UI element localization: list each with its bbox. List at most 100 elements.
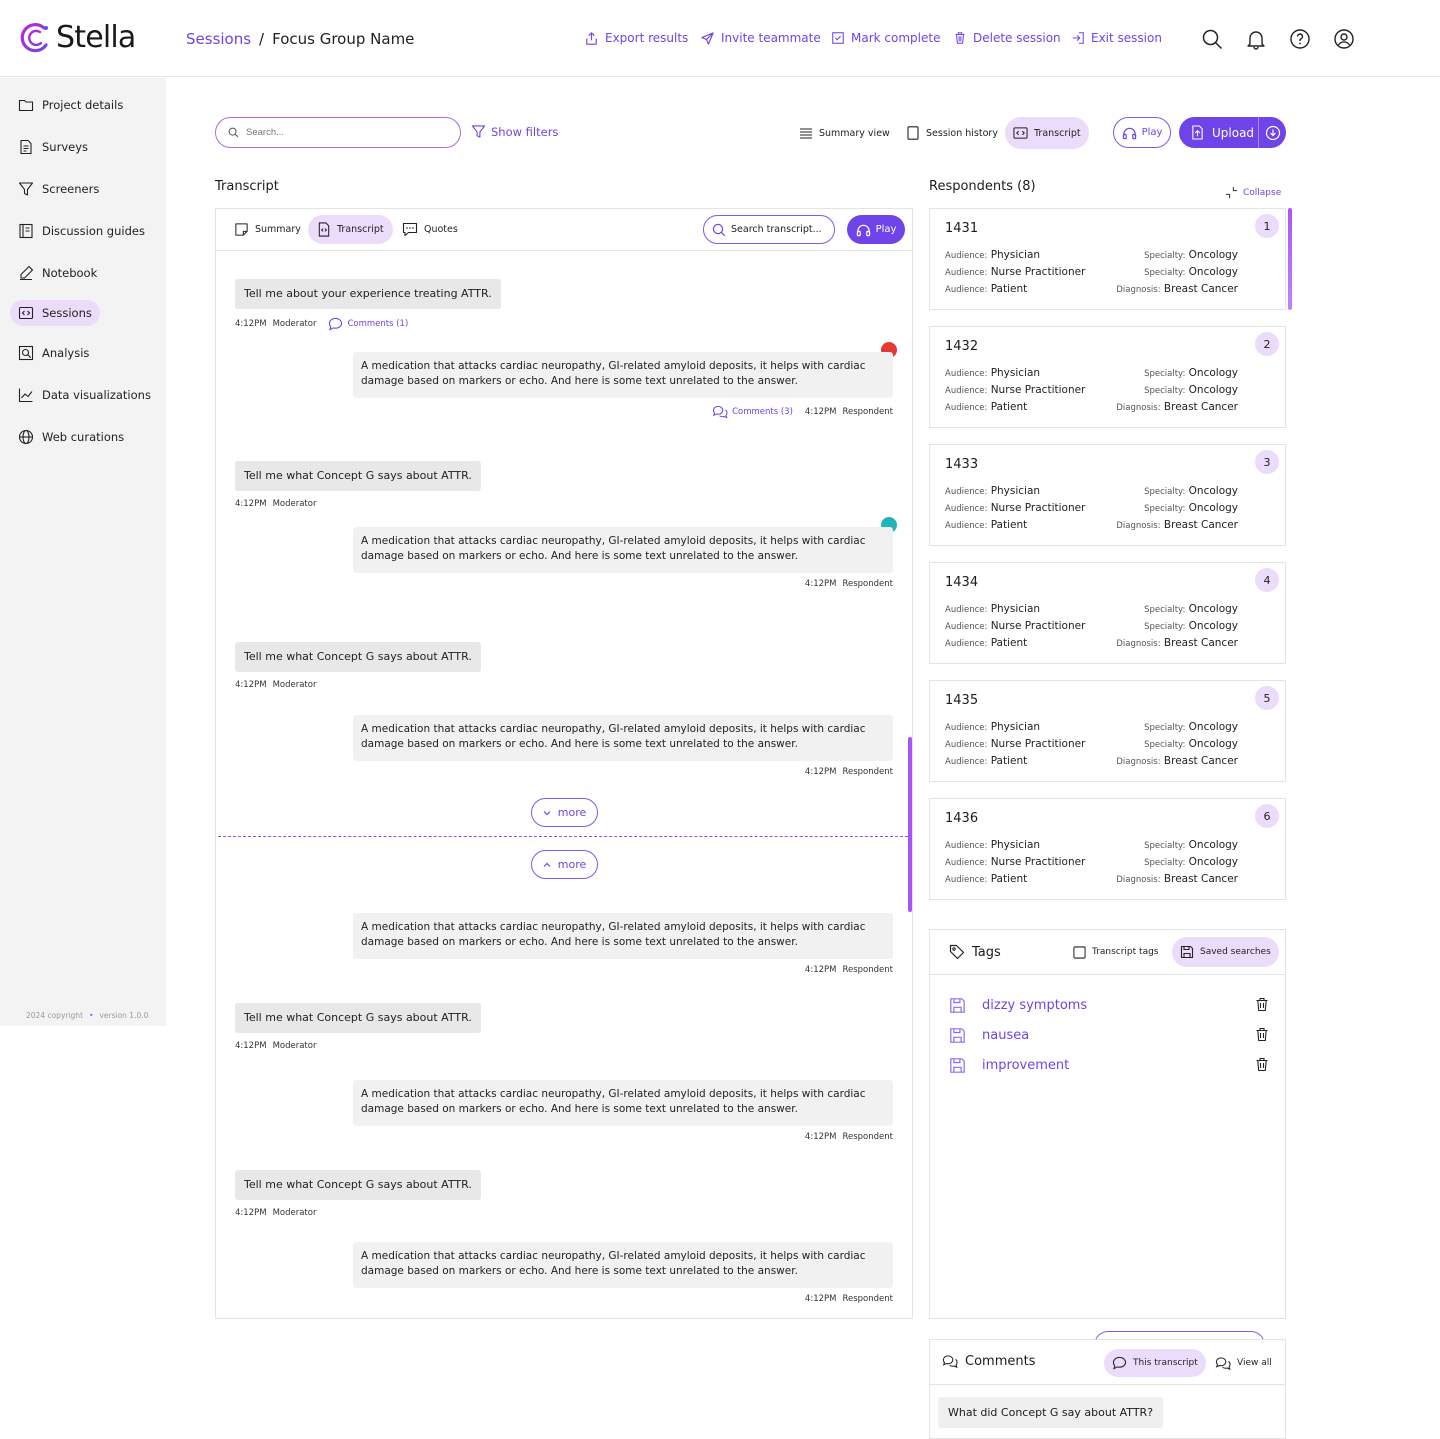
tab-transcript[interactable]: Transcript (308, 215, 393, 244)
search-button[interactable] (1201, 28, 1223, 50)
transcript-play-button[interactable]: Play (847, 215, 905, 244)
show-filters-button[interactable]: Show filters (471, 124, 558, 139)
tags-header: Tags Transcript tags Saved searches (930, 930, 1285, 975)
search-field[interactable] (215, 117, 461, 148)
upload-download-toggle[interactable] (1259, 125, 1286, 141)
respondent-card[interactable]: 1433 3 Audience: Physician Specialty: Oncol… (929, 444, 1286, 546)
respondent-message[interactable]: A medication that attacks cardiac neurop… (353, 913, 893, 959)
respondent-card[interactable]: 1431 1 Audience: Physician Specialty: Oncol… (929, 208, 1286, 310)
field-key: Specialty: (1144, 605, 1186, 615)
message-meta: 4:12PM Moderator (235, 680, 316, 690)
tag-icon (949, 944, 965, 960)
tab-saved-searches[interactable]: Saved searches (1172, 937, 1279, 967)
message-time: 4:12PM (804, 1132, 837, 1142)
moderator-message[interactable]: Tell me what Concept G says about ATTR. (235, 642, 481, 672)
moderator-message[interactable]: Tell me what Concept G says about ATTR. (235, 1170, 481, 1200)
respondent-message[interactable]: A medication that attacks cardiac neurop… (353, 715, 893, 761)
comments-panel: Comments This transcript View all What d… (929, 1339, 1286, 1439)
sidebar-item-screeners[interactable]: Screeners (10, 176, 107, 202)
respondent-card[interactable]: 1432 2 Audience: Physician Specialty: Oncol… (929, 326, 1286, 428)
sidebar-item-data-visualizations[interactable]: Data visualizations (10, 382, 159, 408)
tab-session-history[interactable]: Session history (898, 117, 1006, 149)
collapse-button[interactable]: Collapse (1225, 186, 1281, 199)
respondent-card[interactable]: 1435 5 Audience: Physician Specialty: Oncol… (929, 680, 1286, 782)
search-input[interactable] (246, 127, 436, 138)
comments-icon (1215, 1356, 1231, 1370)
field-key: Diagnosis: (1116, 757, 1161, 767)
respondent-message[interactable]: A medication that attacks cardiac neurop… (353, 352, 893, 398)
search-icon (712, 223, 726, 236)
respondents-scrollbar[interactable] (1288, 208, 1292, 310)
sidebar-item-analysis[interactable]: Analysis (10, 340, 97, 366)
comments-title-label: Comments (965, 1354, 1036, 1369)
field-key: Specialty: (1144, 251, 1186, 261)
transcript-scrollbar[interactable] (908, 737, 912, 912)
comment-item[interactable]: What did Concept G say about ATTR? (938, 1397, 1164, 1428)
tab-view-all[interactable]: View all (1207, 1349, 1280, 1377)
transcript-search-field[interactable]: Search transcript... (703, 215, 835, 244)
show-more-up-button[interactable]: more (531, 850, 598, 879)
delete-icon[interactable] (1255, 997, 1269, 1012)
respondent-attribute: Specialty: Oncology (1144, 721, 1238, 733)
field-value: Physician (990, 839, 1041, 851)
play-button[interactable]: Play (1113, 117, 1171, 148)
exit-session-button[interactable]: Exit session (1071, 30, 1162, 46)
respondent-card[interactable]: 1434 4 Audience: Physician Specialty: Oncol… (929, 562, 1286, 664)
respondent-audience: Audience: Physician (945, 249, 1040, 261)
profile-button[interactable] (1333, 28, 1355, 50)
comments-link[interactable]: Comments (3) (712, 405, 793, 419)
tab-quotes[interactable]: Quotes (393, 215, 467, 244)
delete-session-button[interactable]: Delete session (953, 30, 1061, 46)
invite-teammate-button[interactable]: Invite teammate (700, 30, 821, 46)
sidebar-item-discussion-guides[interactable]: Discussion guides (10, 218, 153, 244)
saved-search-item[interactable]: dizzy symptoms (949, 995, 1269, 1015)
message-speaker: Moderator (272, 499, 317, 509)
comments-count: Comments (3) (732, 407, 793, 417)
export-results-button[interactable]: Export results (584, 30, 688, 46)
upload-main[interactable]: Upload (1179, 117, 1259, 148)
moderator-message[interactable]: Tell me what Concept G says about ATTR. (235, 1003, 481, 1033)
sidebar-item-web-curations[interactable]: Web curations (10, 424, 132, 450)
headphones-icon (856, 224, 870, 236)
delete-icon[interactable] (1255, 1027, 1269, 1042)
tab-label: Quotes (424, 224, 458, 235)
sidebar-item-surveys[interactable]: Surveys (10, 134, 96, 160)
saved-search-item[interactable]: improvement (949, 1055, 1269, 1075)
respondent-attribute: Specialty: Oncology (1144, 738, 1238, 750)
field-key: Audience: (945, 504, 988, 514)
respondent-message[interactable]: A medication that attacks cardiac neurop… (353, 1242, 893, 1288)
comments-link[interactable]: Comments (1) (328, 317, 408, 331)
collapse-label: Collapse (1243, 187, 1282, 198)
message-speaker: Respondent (842, 767, 893, 777)
help-button[interactable] (1289, 28, 1311, 50)
sidebar-item-notebook[interactable]: Notebook (10, 260, 105, 286)
sidebar-item-project-details[interactable]: Project details (10, 92, 131, 118)
respondent-message[interactable]: A medication that attacks cardiac neurop… (353, 1080, 893, 1126)
respondent-message[interactable]: A medication that attacks cardiac neurop… (353, 527, 893, 573)
message-meta: 4:12PM Respondent (805, 1132, 893, 1142)
saved-search-item[interactable]: nausea (949, 1025, 1269, 1045)
breadcrumb-separator: / (259, 30, 265, 48)
logo[interactable]: Stella (16, 19, 136, 57)
sidebar-item-label: Analysis (42, 346, 90, 360)
delete-icon[interactable] (1255, 1057, 1269, 1072)
breadcrumb-sessions-link[interactable]: Sessions (186, 29, 251, 49)
moderator-message[interactable]: Tell me what Concept G says about ATTR. (235, 461, 481, 491)
upload-button[interactable]: Upload (1179, 117, 1286, 148)
respondent-card[interactable]: 1436 6 Audience: Physician Specialty: Oncol… (929, 798, 1286, 900)
mark-complete-button[interactable]: Mark complete (831, 30, 940, 46)
save-icon (950, 997, 965, 1013)
tab-transcript[interactable]: Transcript (1005, 117, 1089, 149)
tab-transcript-tags[interactable]: Transcript tags (1065, 937, 1166, 967)
moderator-message[interactable]: Tell me about your experience treating A… (235, 279, 501, 309)
respondent-id: 1433 (945, 457, 979, 472)
tab-this-transcript[interactable]: This transcript (1104, 1349, 1206, 1377)
field-value: Nurse Practitioner (990, 856, 1086, 868)
respondent-attribute: Specialty: Oncology (1144, 856, 1238, 868)
tab-summary[interactable]: Summary (225, 215, 310, 244)
show-more-down-button[interactable]: more (531, 798, 598, 827)
sidebar-item-sessions[interactable]: Sessions (10, 300, 100, 326)
tab-summary-view[interactable]: Summary view (791, 117, 898, 149)
comment-icon (329, 317, 343, 331)
notifications-button[interactable] (1245, 28, 1267, 50)
